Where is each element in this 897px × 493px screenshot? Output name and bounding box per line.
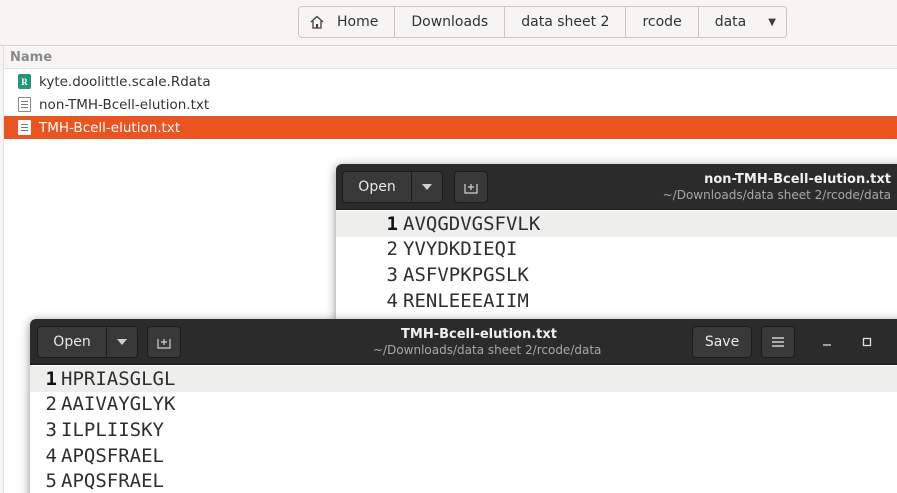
line-text: ILPLIISKY: [61, 418, 164, 441]
open-button[interactable]: Open: [37, 326, 107, 358]
window-title: non-TMH-Bcell-elution.txt: [704, 172, 891, 187]
open-dropdown-button[interactable]: [411, 171, 443, 203]
new-tab-button[interactable]: [454, 171, 488, 203]
breadcrumb-label: rcode: [642, 14, 682, 30]
line-text: ASFVPKPGSLK: [403, 263, 529, 286]
file-row-tmh[interactable]: TMH-Bcell-elution.txt: [4, 116, 897, 139]
line-text: APQSFRAEL: [61, 470, 164, 493]
line-text: AVQGDVGSFVLK: [403, 212, 541, 235]
home-icon: [310, 15, 324, 29]
hamburger-menu-icon: [772, 337, 784, 347]
file-row-non-tmh[interactable]: non-TMH-Bcell-elution.txt: [4, 93, 897, 116]
line-text: RENLEEEAIIM: [403, 289, 529, 312]
line-number: 1: [386, 212, 398, 235]
line-number: 5: [45, 470, 57, 493]
chevron-down-icon: [422, 184, 432, 190]
breadcrumb-downloads[interactable]: Downloads: [395, 7, 506, 37]
window-title-block: TMH-Bcell-elution.txt ~/Downloads/data s…: [373, 327, 602, 357]
minimize-icon: [823, 344, 831, 346]
new-document-icon: [464, 184, 478, 194]
save-button[interactable]: Save: [692, 326, 752, 358]
line-number: 3: [45, 418, 57, 441]
line-text: HPRIASGLGL: [61, 367, 176, 390]
editor-line[interactable]: 2 AAIVAYGLYK: [30, 392, 897, 418]
breadcrumb-label: data sheet 2: [521, 14, 610, 30]
breadcrumb: Home Downloads data sheet 2 rcode data ▼: [298, 6, 787, 38]
file-name: non-TMH-Bcell-elution.txt: [39, 96, 210, 113]
open-button-label: Open: [358, 179, 396, 195]
text-file-icon: [18, 97, 31, 112]
rdata-file-icon: R: [18, 74, 31, 89]
open-dropdown-button[interactable]: [106, 326, 138, 358]
file-list: R kyte.doolittle.scale.Rdata non-TMH-Bce…: [4, 70, 897, 139]
file-name: kyte.doolittle.scale.Rdata: [39, 73, 211, 90]
line-number: 4: [386, 289, 398, 312]
window-title-block: non-TMH-Bcell-elution.txt ~/Downloads/da…: [663, 172, 891, 202]
breadcrumb-label: Downloads: [411, 14, 489, 30]
editor-line[interactable]: 3 ILPLIISKY: [30, 417, 897, 443]
hamburger-menu-button[interactable]: [761, 326, 795, 358]
editor-line[interactable]: 5 APQSFRAEL: [30, 468, 897, 493]
header-bar: Open TMH-Bcell-elution.txt ~/Downloads/d…: [30, 319, 897, 365]
open-button-label: Open: [53, 334, 91, 350]
line-number: 1: [45, 367, 57, 390]
editor-line[interactable]: 2 YVYDKDIEQI: [336, 237, 897, 263]
column-header-label: Name: [10, 50, 53, 65]
line-number: 2: [386, 238, 398, 261]
header-bar: Open non-TMH-Bcell-elution.txt ~/Downloa…: [336, 164, 897, 210]
new-document-icon: [157, 339, 171, 349]
breadcrumb-label: Home: [337, 14, 379, 30]
line-number: 3: [386, 263, 398, 286]
save-button-label: Save: [704, 334, 740, 350]
editor-line[interactable]: 3 ASFVPKPGSLK: [336, 262, 897, 288]
editor-line[interactable]: 4 APQSFRAEL: [30, 443, 897, 469]
chevron-down-icon[interactable]: ▼: [768, 17, 776, 28]
text-editor[interactable]: 1 HPRIASGLGL 2 AAIVAYGLYK 3 ILPLIISKY 4 …: [30, 365, 897, 493]
line-text: AAIVAYGLYK: [61, 393, 176, 416]
gedit-window-non-tmh: Open non-TMH-Bcell-elution.txt ~/Downloa…: [336, 164, 897, 324]
breadcrumb-data-sheet-2[interactable]: data sheet 2: [505, 7, 627, 37]
text-editor[interactable]: 1 AVQGDVGSFVLK 2 YVYDKDIEQI 3 ASFVPKPGSL…: [336, 210, 897, 313]
line-text: APQSFRAEL: [61, 444, 164, 467]
open-button[interactable]: Open: [342, 171, 412, 203]
column-header-name[interactable]: Name: [4, 47, 897, 69]
editor-line[interactable]: 1 HPRIASGLGL: [30, 366, 897, 392]
maximize-icon: [862, 337, 872, 347]
new-tab-button[interactable]: [147, 326, 181, 358]
file-name: TMH-Bcell-elution.txt: [39, 119, 181, 136]
editor-line[interactable]: 1 AVQGDVGSFVLK: [336, 211, 897, 237]
minimize-button[interactable]: [818, 333, 836, 351]
file-row-kyte-doolittle[interactable]: R kyte.doolittle.scale.Rdata: [4, 70, 897, 93]
window-title: TMH-Bcell-elution.txt: [401, 327, 557, 342]
breadcrumb-rcode[interactable]: rcode: [626, 7, 699, 37]
editor-line[interactable]: 4 RENLEEEAIIM: [336, 288, 897, 314]
breadcrumb-label: data: [714, 14, 747, 30]
file-manager-header: Home Downloads data sheet 2 rcode data ▼: [0, 0, 897, 46]
breadcrumb-home[interactable]: Home: [299, 7, 396, 37]
gedit-window-tmh: Open TMH-Bcell-elution.txt ~/Downloads/d…: [30, 319, 897, 493]
window-subtitle: ~/Downloads/data sheet 2/rcode/data: [662, 187, 891, 202]
text-file-icon: [18, 120, 31, 135]
window-subtitle: ~/Downloads/data sheet 2/rcode/data: [373, 342, 602, 357]
chevron-down-icon: [117, 339, 127, 345]
line-text: YVYDKDIEQI: [403, 238, 518, 261]
line-number: 2: [45, 393, 57, 416]
breadcrumb-data[interactable]: data ▼: [699, 7, 786, 37]
maximize-button[interactable]: [858, 333, 876, 351]
line-number: 4: [45, 444, 57, 467]
